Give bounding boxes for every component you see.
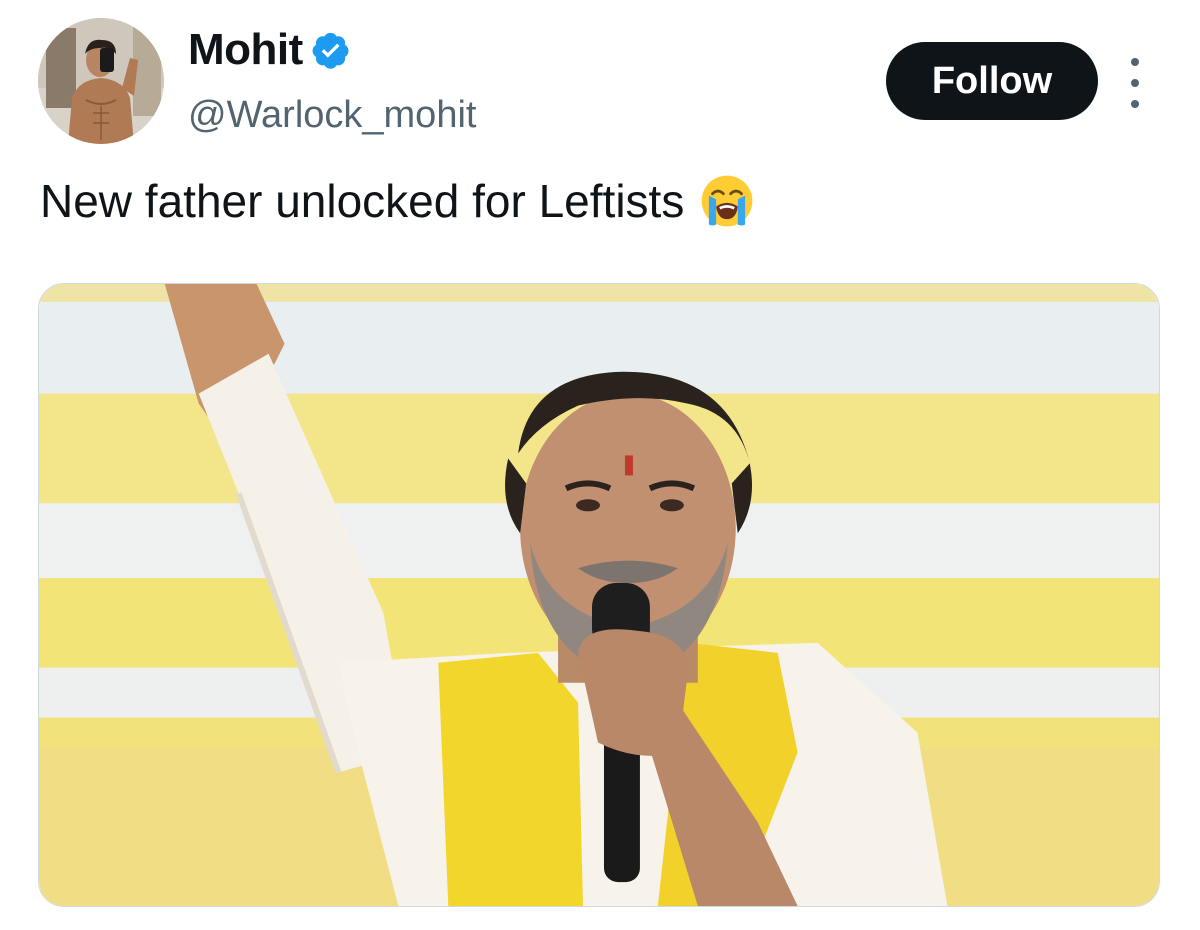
tweet-text: New father unlocked for Leftists xyxy=(40,175,685,227)
author-avatar[interactable] xyxy=(38,18,164,144)
author-handle[interactable]: @Warlock_mohit xyxy=(188,92,476,138)
avatar-photo xyxy=(38,18,164,144)
follow-button[interactable]: Follow xyxy=(886,42,1098,120)
tweet-media-photo[interactable] xyxy=(38,283,1160,907)
verified-badge-icon xyxy=(311,30,351,70)
tweet-card: Mohit @Warlock_mohit Follow New father u… xyxy=(0,0,1200,930)
media-image xyxy=(39,284,1159,906)
author-name-row: Mohit xyxy=(188,24,351,76)
tweet-text-row: New father unlocked for Leftists xyxy=(40,170,756,232)
more-options-icon[interactable] xyxy=(1120,58,1150,108)
loudly-crying-face-icon xyxy=(698,172,756,230)
author-display-name[interactable]: Mohit xyxy=(188,24,303,76)
